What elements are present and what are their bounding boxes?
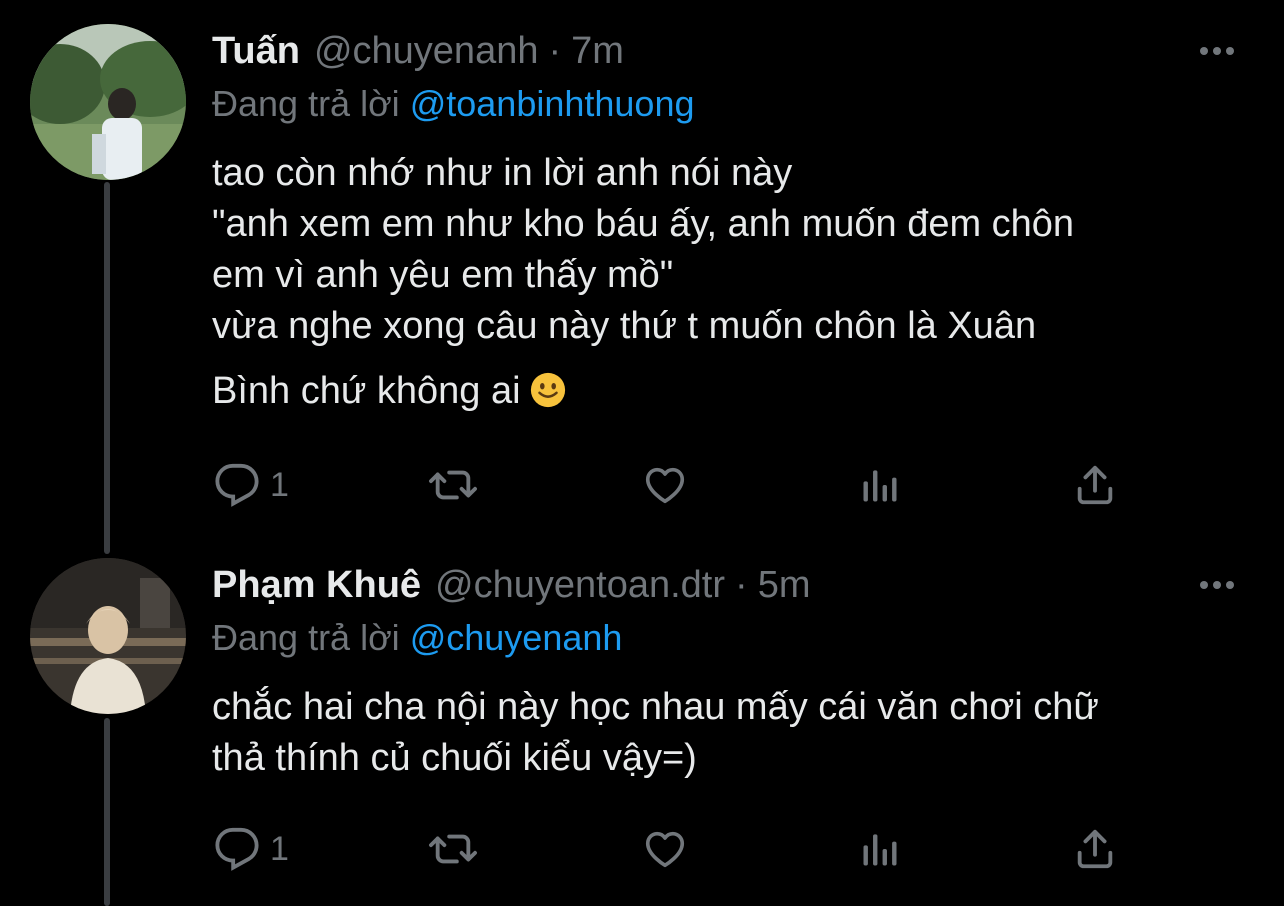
avatar[interactable] [30, 24, 186, 180]
author-handle[interactable]: @chuyenanh [314, 28, 539, 74]
mention-link[interactable]: @toanbinhthuong [410, 83, 695, 124]
tweet-text: tao còn nhớ như in lời anh nói này "anh … [212, 148, 1252, 417]
tweet-actions: 1 [212, 460, 1132, 510]
reply-icon [215, 463, 259, 507]
share-icon [1077, 829, 1113, 869]
like-button[interactable] [640, 824, 690, 874]
views-button[interactable] [858, 460, 902, 510]
retweet-button[interactable] [426, 824, 480, 874]
retweet-icon [429, 834, 477, 864]
tweet-text-line: vừa nghe xong câu này thứ t muốn chôn là… [212, 305, 1037, 347]
reply-count: 1 [270, 465, 289, 504]
avatar-photo [30, 24, 186, 180]
replying-to: Đang trả lời @chuyenanh [212, 616, 622, 660]
author-handle[interactable]: @chuyentoan.dtr [435, 562, 725, 608]
reply-icon [215, 827, 259, 871]
views-button[interactable] [858, 824, 902, 874]
tweet-text-line: thả thính củ chuối kiểu vậy=) [212, 737, 697, 779]
replying-to: Đang trả lời @toanbinhthuong [212, 82, 695, 126]
author-name[interactable]: Tuấn [212, 28, 300, 74]
views-icon [863, 470, 897, 502]
tweet-time[interactable]: 7m [571, 28, 624, 74]
heart-icon [645, 831, 685, 868]
separator-dot: · [735, 564, 748, 606]
replying-to-label: Đang trả lời [212, 617, 400, 658]
retweet-icon [429, 470, 477, 500]
share-icon [1077, 465, 1113, 505]
retweet-button[interactable] [426, 460, 480, 510]
avatar-photo [30, 558, 186, 714]
tweet-text-line: "anh xem em như kho báu ấy, anh muốn đem… [212, 203, 1075, 245]
tweet-actions: 1 [212, 824, 1132, 874]
tweet-text-line: em vì anh yêu em thấy mồ" [212, 254, 674, 296]
tweet-text: chắc hai cha nội này học nhau mấy cái vă… [212, 682, 1252, 784]
more-icon[interactable] [1200, 41, 1234, 61]
views-icon [863, 834, 897, 866]
tweet-text-segment: Bình chứ không ai [212, 370, 521, 412]
share-button[interactable] [1072, 824, 1118, 874]
mention-link[interactable]: @chuyenanh [410, 617, 623, 658]
avatar[interactable] [30, 558, 186, 714]
share-button[interactable] [1072, 460, 1118, 510]
tweet-text-line: Bình chứ không ai [212, 366, 1252, 417]
replying-to-label: Đang trả lời [212, 83, 400, 124]
separator-dot: · [548, 30, 562, 72]
reply-count: 1 [270, 829, 289, 868]
thread-line [104, 718, 110, 906]
slightly-smiling-face-icon [530, 372, 565, 408]
tweet-text-line: tao còn nhớ như in lời anh nói này [212, 152, 793, 194]
tweet-time[interactable]: 5m [758, 562, 811, 608]
tweet-header: Tuấn @chuyenanh · 7m [212, 28, 624, 74]
like-button[interactable] [640, 460, 690, 510]
thread-line [104, 182, 110, 554]
reply-button[interactable]: 1 [214, 460, 289, 510]
tweet-header: Phạm Khuê @chuyentoan.dtr · 5m [212, 562, 810, 608]
heart-icon [645, 467, 685, 504]
tweet-text-line: chắc hai cha nội này học nhau mấy cái vă… [212, 686, 1099, 728]
more-icon[interactable] [1200, 575, 1234, 595]
reply-button[interactable]: 1 [214, 824, 289, 874]
author-name[interactable]: Phạm Khuê [212, 562, 421, 608]
